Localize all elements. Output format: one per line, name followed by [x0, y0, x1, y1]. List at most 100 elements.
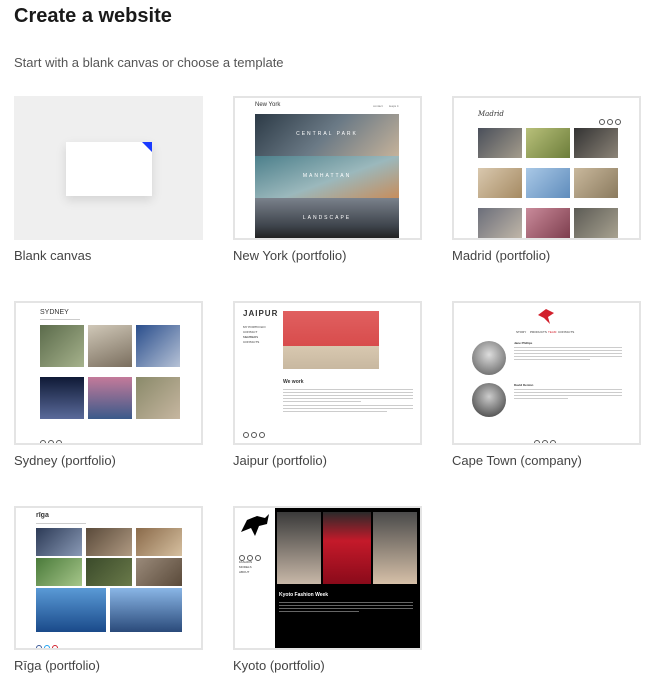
gallery-image	[88, 377, 132, 419]
banner-image: CENTRAL PARK	[255, 114, 399, 156]
social-icons	[534, 433, 558, 443]
body-text	[283, 387, 413, 404]
template-label[interactable]: Blank canvas	[14, 248, 91, 263]
gallery-image	[574, 128, 618, 158]
sidebar: FASHION MODELS ABOUT	[235, 508, 275, 648]
social-icon	[52, 645, 58, 648]
page-title: Create a website	[14, 5, 172, 27]
social-icon	[550, 440, 556, 443]
template-nav	[36, 521, 86, 526]
template-nav-item: MEMBERS	[243, 335, 259, 339]
gallery-image	[110, 588, 182, 632]
gallery-image	[478, 208, 522, 238]
template-nav-item: CONTACTS	[558, 330, 575, 334]
template-thumbnail[interactable]: STORY PRODUCTS TEAM CONTACTS Jane Philli…	[452, 301, 641, 445]
template-thumbnail[interactable]: rīga	[14, 506, 203, 650]
template-card-new-york[interactable]: New York contact leaps it CENTRAL PARK M…	[233, 96, 422, 263]
gallery-image	[136, 325, 180, 367]
social-icons	[243, 425, 267, 443]
template-thumbnail[interactable]: JAIPUR MY PORTFOLIO CONTACT MEMBERS CONT…	[233, 301, 422, 445]
social-icon	[534, 440, 540, 443]
gallery-image	[40, 377, 84, 419]
template-card-kyoto[interactable]: FASHION MODELS ABOUT Kyoto Fashion Week …	[233, 506, 422, 673]
social-icon	[259, 432, 265, 438]
gallery-image	[136, 377, 180, 419]
body-text	[279, 600, 413, 614]
template-label[interactable]: Cape Town (company)	[452, 453, 582, 468]
template-nav	[40, 317, 80, 322]
section-heading: We work	[283, 379, 304, 385]
template-logo: Madrid	[478, 110, 504, 118]
template-logo: rīga	[36, 512, 49, 519]
social-icons	[36, 638, 60, 648]
gallery-image	[36, 528, 82, 556]
template-thumbnail[interactable]: SYDNEY	[14, 301, 203, 445]
template-nav-item: TEAM	[548, 330, 557, 334]
corner-fold-icon	[142, 142, 152, 152]
banner-text: LANDSCAPE	[302, 215, 352, 221]
template-nav-item: MODELS	[239, 565, 252, 569]
social-icon	[243, 432, 249, 438]
horse-logo-icon	[241, 514, 269, 536]
gallery-image	[88, 325, 132, 367]
avatar	[472, 383, 506, 417]
banner-text: MANHATTAN	[302, 173, 352, 179]
gallery-image	[478, 128, 522, 158]
template-label[interactable]: Madrid (portfolio)	[452, 248, 550, 263]
template-nav-item: CONTACT	[243, 330, 258, 334]
gallery-image	[36, 558, 82, 586]
template-nav-item: CONTACTS	[243, 340, 260, 344]
template-label[interactable]: New York (portfolio)	[233, 248, 346, 263]
template-nav-item: ABOUT	[239, 570, 250, 574]
template-card-madrid[interactable]: Madrid Madrid (portfolio)	[452, 96, 641, 263]
gallery-image	[373, 512, 417, 584]
template-nav-item: contact	[373, 104, 383, 108]
template-nav-item: STORY	[516, 330, 527, 334]
template-thumbnail[interactable]: FASHION MODELS ABOUT Kyoto Fashion Week	[233, 506, 422, 650]
template-card-riga[interactable]: rīga Rīga (portfolio)	[14, 506, 203, 673]
template-card-cape-town[interactable]: STORY PRODUCTS TEAM CONTACTS Jane Philli…	[452, 301, 641, 468]
social-icon	[251, 432, 257, 438]
gallery-image	[478, 168, 522, 198]
gallery-image	[526, 168, 570, 198]
template-thumbnail[interactable]	[14, 96, 203, 240]
body-text	[514, 345, 622, 362]
template-logo: New York	[255, 102, 281, 108]
social-icons	[40, 433, 64, 443]
social-icon	[40, 440, 46, 443]
template-card-jaipur[interactable]: JAIPUR MY PORTFOLIO CONTACT MEMBERS CONT…	[233, 301, 422, 468]
section-heading: Kyoto Fashion Week	[279, 592, 329, 598]
banner-image: MANHATTAN	[255, 156, 399, 198]
blank-page-icon	[66, 142, 152, 196]
banner-text: CENTRAL PARK	[296, 131, 358, 137]
social-icon	[36, 645, 42, 648]
template-thumbnail[interactable]: New York contact leaps it CENTRAL PARK M…	[233, 96, 422, 240]
bird-logo-icon	[538, 309, 554, 324]
gallery-image	[40, 325, 84, 367]
hero-image	[283, 311, 379, 369]
social-icon	[44, 645, 50, 648]
template-label[interactable]: Rīga (portfolio)	[14, 658, 100, 673]
social-icon	[255, 555, 261, 561]
gallery-image	[526, 128, 570, 158]
gallery-image	[526, 208, 570, 238]
template-nav-item: FASHION	[239, 560, 253, 564]
gallery-image	[86, 558, 132, 586]
template-label[interactable]: Sydney (portfolio)	[14, 453, 116, 468]
template-thumbnail[interactable]: Madrid	[452, 96, 641, 240]
social-icon	[48, 440, 54, 443]
banner-image: LANDSCAPE	[255, 198, 399, 238]
template-nav-item: MY PORTFOLIO	[243, 325, 266, 329]
page-subtitle: Start with a blank canvas or choose a te…	[14, 55, 284, 70]
gallery-image	[277, 512, 321, 584]
body-text	[514, 387, 622, 401]
template-card-blank-canvas[interactable]: Blank canvas	[14, 96, 203, 263]
gallery-image	[574, 208, 618, 238]
template-label[interactable]: Kyoto (portfolio)	[233, 658, 325, 673]
social-icon	[607, 119, 613, 125]
template-label[interactable]: Jaipur (portfolio)	[233, 453, 327, 468]
template-card-sydney[interactable]: SYDNEY Sydney (portfolio)	[14, 301, 203, 468]
avatar	[472, 341, 506, 375]
template-nav-item: PRODUCTS	[530, 330, 547, 334]
gallery-image	[136, 528, 182, 556]
